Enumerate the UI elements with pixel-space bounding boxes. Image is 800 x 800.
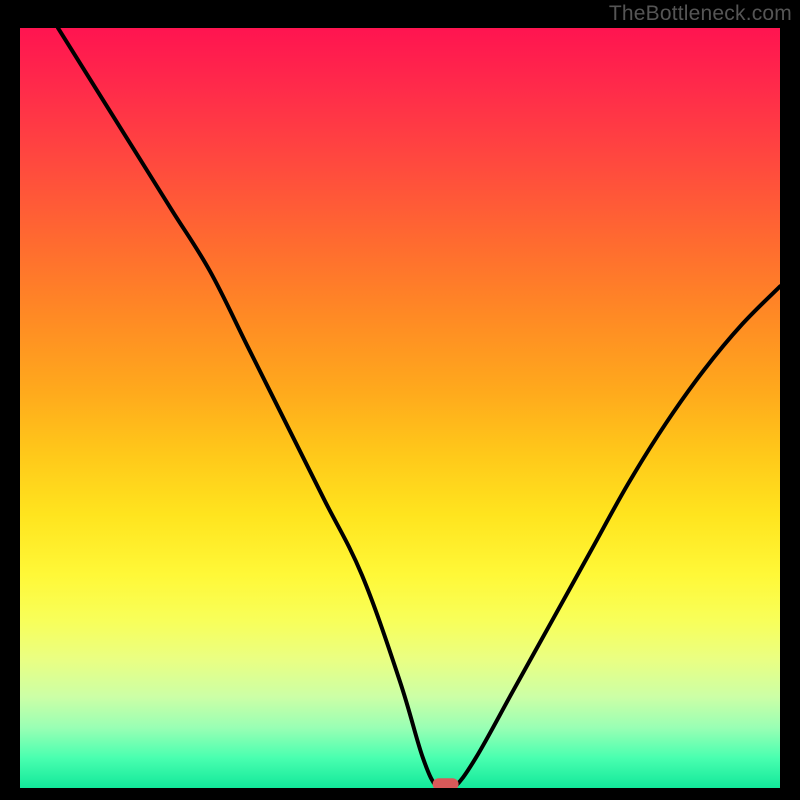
plot-area (20, 28, 780, 788)
optimum-marker (433, 778, 459, 788)
chart-frame: TheBottleneck.com (0, 0, 800, 800)
watermark-text: TheBottleneck.com (609, 2, 792, 26)
curve-svg (20, 28, 780, 788)
bottleneck-curve-path (58, 28, 780, 788)
